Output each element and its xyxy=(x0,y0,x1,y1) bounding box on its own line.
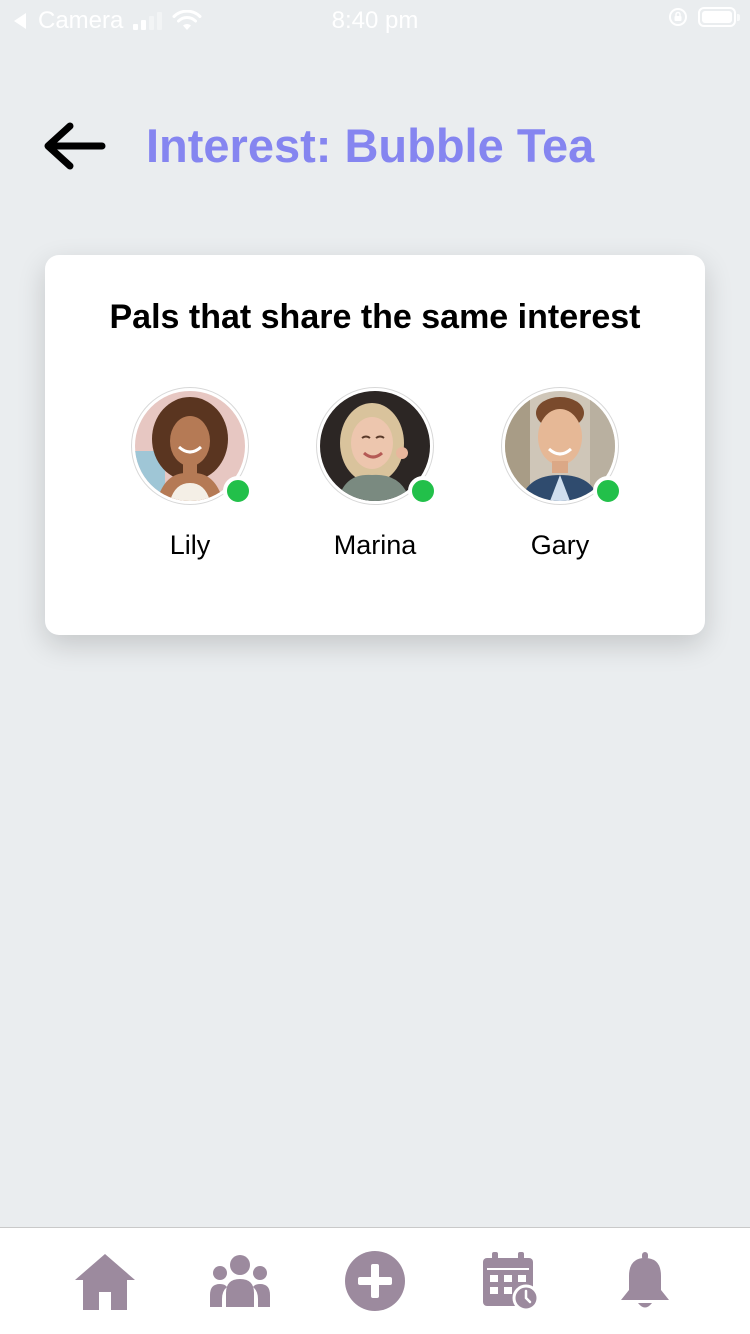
calendar-icon xyxy=(483,1252,540,1312)
online-status-indicator xyxy=(593,476,623,506)
nav-calendar[interactable] xyxy=(475,1246,545,1316)
card-title: Pals that share the same interest xyxy=(109,298,641,336)
bottom-nav xyxy=(0,1227,750,1334)
page-title: Interest: Bubble Tea xyxy=(146,119,595,172)
pals-list: Lily Marina Gary xyxy=(45,388,705,568)
nav-add[interactable] xyxy=(340,1246,410,1316)
shared-interest-card: Pals that share the same interest Lily M… xyxy=(45,255,705,635)
nav-home[interactable] xyxy=(70,1246,140,1316)
orientation-lock-icon xyxy=(669,8,687,26)
online-status-indicator xyxy=(408,476,438,506)
pal-item-marina[interactable]: Marina xyxy=(305,388,445,561)
add-circle-icon xyxy=(345,1251,405,1311)
pal-name: Gary xyxy=(530,530,590,560)
home-icon xyxy=(75,1254,135,1310)
arrow-left-icon xyxy=(44,122,106,170)
nav-notifications[interactable] xyxy=(610,1246,680,1316)
people-icon xyxy=(210,1255,270,1307)
status-right xyxy=(668,7,740,27)
avatar[interactable] xyxy=(502,388,623,506)
page-header: Interest: Bubble Tea xyxy=(0,110,750,182)
back-button[interactable] xyxy=(40,116,110,176)
avatar[interactable] xyxy=(132,388,253,506)
pal-item-lily[interactable]: Lily xyxy=(120,388,260,561)
status-time: 8:40 pm xyxy=(331,7,419,34)
bell-icon xyxy=(621,1252,669,1308)
status-bar: Camera 8:40 pm xyxy=(0,0,750,40)
battery-icon xyxy=(698,7,740,27)
online-status-indicator xyxy=(223,476,253,506)
pal-name: Marina xyxy=(333,530,417,560)
nav-people[interactable] xyxy=(205,1246,275,1316)
avatar[interactable] xyxy=(317,388,438,506)
pal-name: Lily xyxy=(169,530,211,560)
pal-item-gary[interactable]: Gary xyxy=(490,388,630,561)
